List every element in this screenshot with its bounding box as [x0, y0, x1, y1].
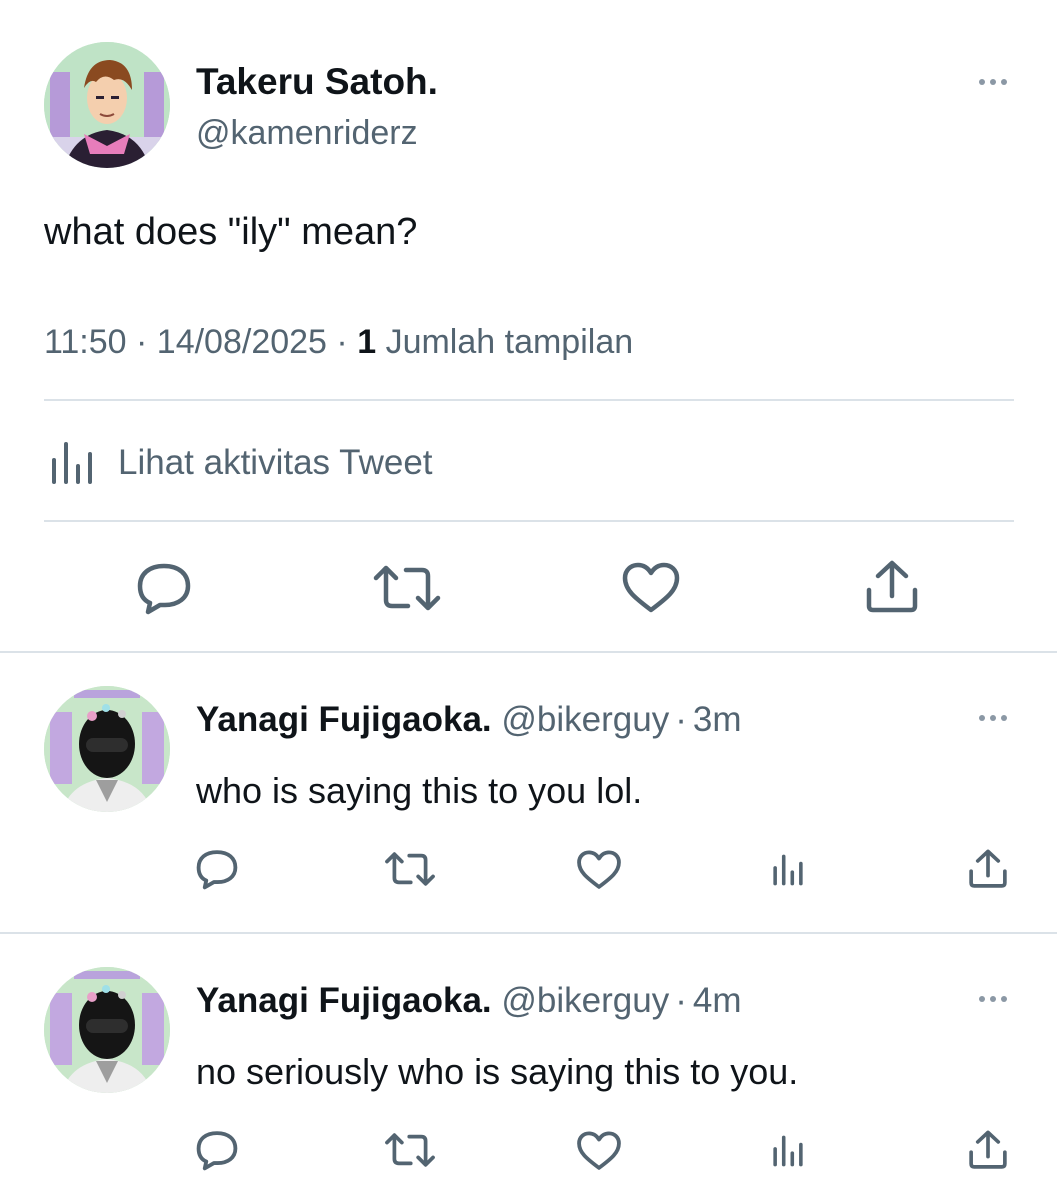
share-button[interactable] — [966, 847, 1010, 891]
reply-separator: · — [675, 700, 687, 739]
like-icon — [577, 1131, 621, 1170]
author-avatar[interactable] — [44, 42, 170, 168]
reply-button[interactable] — [194, 1128, 240, 1172]
retweet-icon — [385, 1133, 435, 1167]
author-handle[interactable]: @kamenriderz — [196, 112, 418, 154]
share-icon — [969, 849, 1007, 888]
tweet-time[interactable]: 11:50 — [44, 323, 127, 361]
like-button[interactable] — [576, 848, 622, 892]
share-button[interactable] — [966, 1128, 1010, 1172]
share-button[interactable] — [862, 558, 922, 616]
reply-display-name[interactable]: Yanagi Fujigaoka. — [196, 981, 492, 1020]
analytics-icon — [44, 440, 100, 486]
retweet-icon — [385, 852, 435, 886]
tweet-meta: 11:50 · 14/08/2025 · 1 Jumlah tampilan — [44, 320, 633, 364]
avatar-yanagi-icon — [44, 967, 170, 1093]
author-display-name[interactable]: Takeru Satoh. — [196, 60, 438, 104]
analytics-button[interactable] — [768, 850, 808, 890]
reply-icon — [196, 850, 238, 890]
reply-button[interactable] — [194, 847, 240, 891]
retweet-button[interactable] — [384, 1129, 436, 1171]
reply-handle[interactable]: @bikerguy — [501, 981, 669, 1020]
divider — [44, 399, 1014, 401]
reply-separator: · — [675, 981, 687, 1020]
reply-text: who is saying this to you lol. — [196, 770, 643, 811]
avatar-takeru-icon — [44, 42, 170, 168]
analytics-icon — [773, 854, 803, 886]
reply-avatar[interactable] — [44, 686, 170, 812]
analytics-button[interactable] — [768, 1131, 808, 1171]
reply-header: Yanagi Fujigaoka. @bikerguy · 3m — [196, 698, 741, 742]
section-divider — [0, 932, 1057, 934]
like-button[interactable] — [576, 1129, 622, 1173]
reply-text: no seriously who is saying this to you. — [196, 1051, 799, 1092]
like-icon — [577, 850, 621, 889]
tweet-date[interactable]: 14/08/2025 — [157, 323, 327, 361]
reply-header: Yanagi Fujigaoka. @bikerguy · 4m — [196, 979, 741, 1023]
reply-age[interactable]: 4m — [693, 981, 742, 1020]
retweet-button[interactable] — [372, 560, 442, 616]
share-icon — [866, 560, 918, 613]
meta-separator: · — [136, 323, 148, 361]
reply-handle[interactable]: @bikerguy — [501, 700, 669, 739]
activity-label: Lihat aktivitas Tweet — [118, 443, 433, 482]
avatar-yanagi-icon — [44, 686, 170, 812]
analytics-icon — [773, 1135, 803, 1167]
reply-avatar[interactable] — [44, 967, 170, 1093]
tweet-activity-link[interactable]: Lihat aktivitas Tweet — [44, 438, 433, 488]
reply-age[interactable]: 3m — [693, 700, 742, 739]
more-icon[interactable] — [979, 994, 1007, 1004]
views-label: Jumlah tampilan — [385, 323, 634, 361]
reply-icon — [137, 563, 191, 615]
reply-display-name[interactable]: Yanagi Fujigaoka. — [196, 700, 492, 739]
meta-separator: · — [336, 323, 348, 361]
like-button[interactable] — [621, 560, 681, 616]
retweet-icon — [373, 565, 441, 611]
more-icon[interactable] — [979, 713, 1007, 723]
tweet-text: what does "ily" mean? — [44, 211, 418, 253]
section-divider — [0, 651, 1057, 653]
retweet-button[interactable] — [384, 848, 436, 890]
more-icon[interactable] — [979, 77, 1007, 87]
reply-button[interactable] — [134, 560, 194, 616]
divider — [44, 520, 1014, 522]
view-count: 1 — [357, 323, 377, 361]
reply-icon — [196, 1131, 238, 1171]
share-icon — [969, 1130, 1007, 1169]
like-icon — [622, 562, 680, 613]
